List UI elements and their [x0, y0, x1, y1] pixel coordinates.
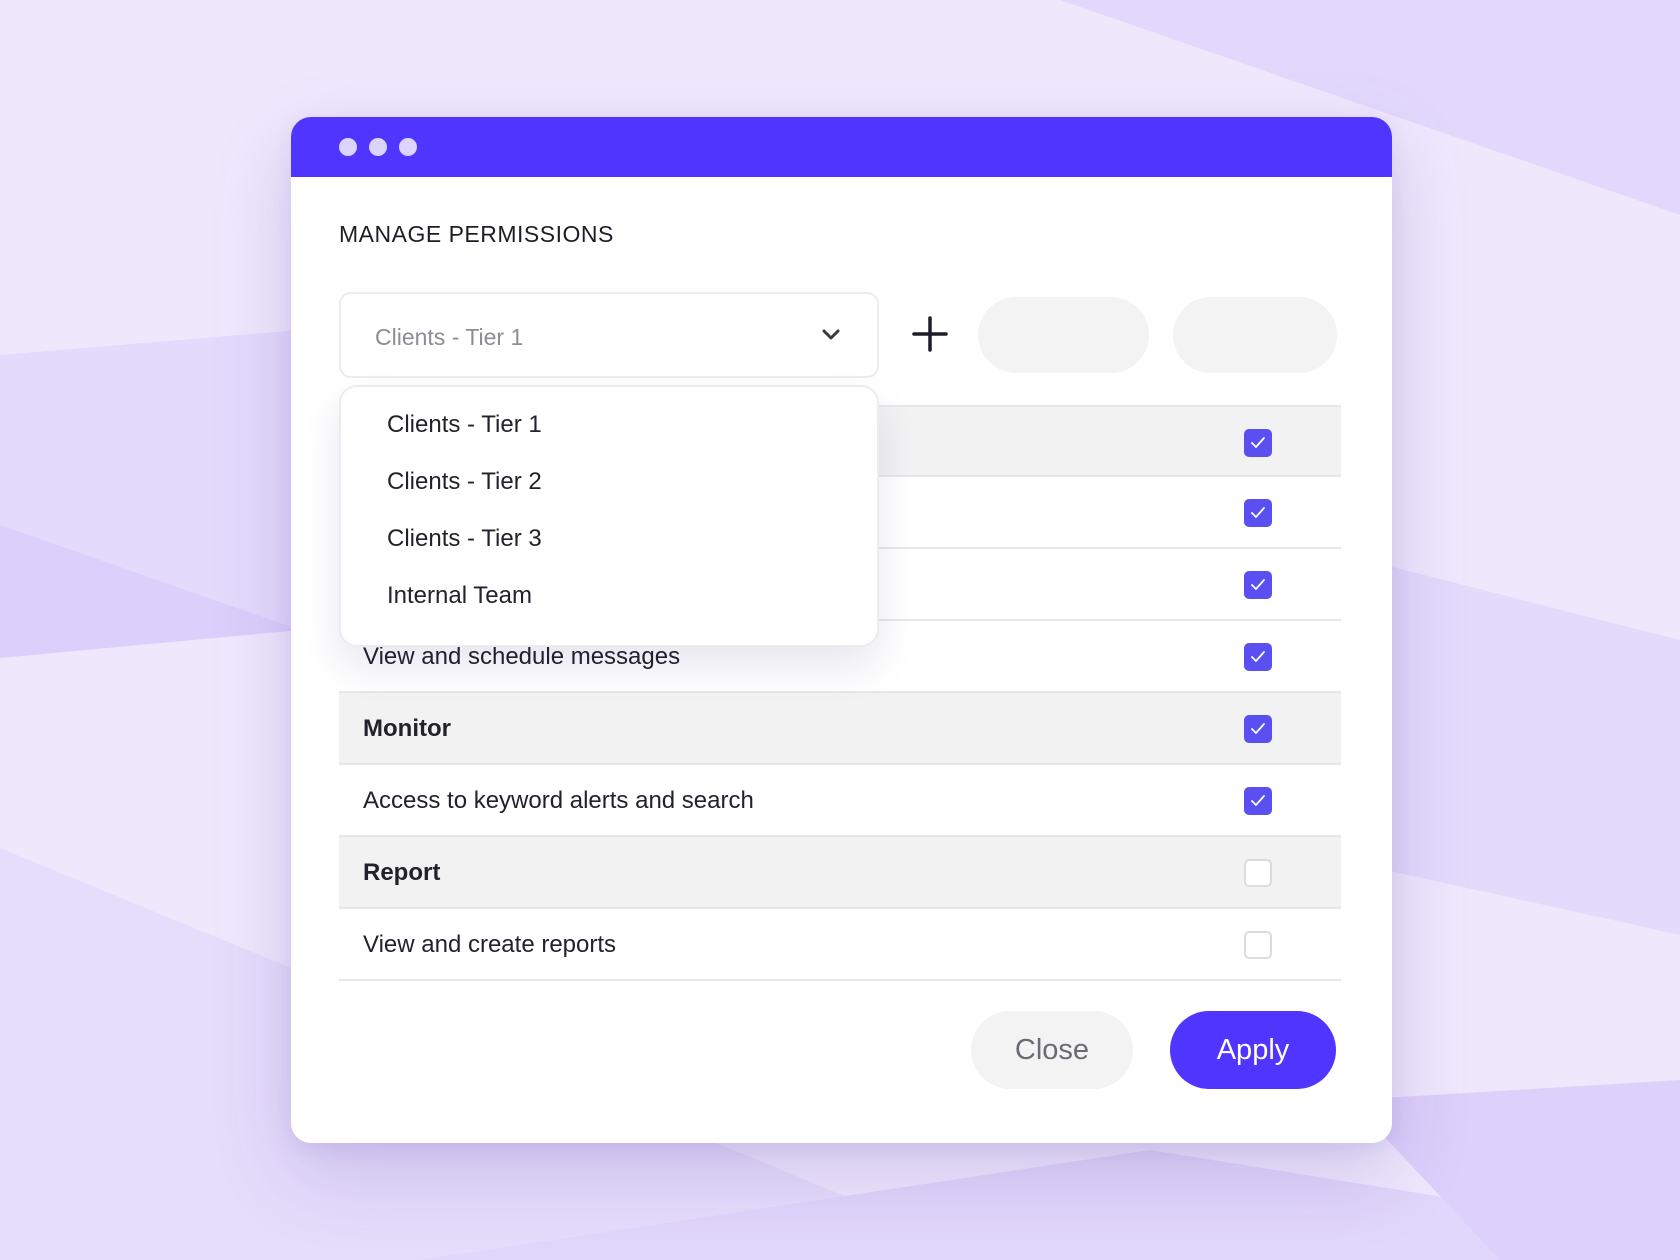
permission-checkbox[interactable]	[1244, 931, 1272, 959]
check-icon	[1251, 795, 1265, 806]
dropdown-option-clients-tier-1[interactable]: Clients - Tier 1	[387, 411, 542, 439]
permission-group-row: Monitor	[339, 693, 1341, 765]
check-icon	[1251, 579, 1265, 590]
chevron-down-icon	[822, 329, 840, 340]
permission-checkbox[interactable]	[1244, 787, 1272, 815]
permission-label: Access to keyword alerts and search	[363, 787, 754, 814]
dropdown-option-internal-team[interactable]: Internal Team	[387, 582, 532, 610]
window-dot-icon[interactable]	[369, 138, 387, 156]
permission-label: Monitor	[363, 715, 451, 742]
permission-checkbox[interactable]	[1244, 499, 1272, 527]
window-dot-icon[interactable]	[339, 138, 357, 156]
permission-checkbox[interactable]	[1244, 429, 1272, 457]
group-dropdown-menu: Clients - Tier 1 Clients - Tier 2 Client…	[339, 385, 879, 647]
check-icon	[1251, 651, 1265, 662]
plus-icon[interactable]	[911, 315, 949, 353]
permission-label: Report	[363, 859, 441, 886]
page-title: MANAGE PERMISSIONS	[339, 221, 614, 247]
permission-checkbox[interactable]	[1244, 859, 1272, 887]
window-dot-icon[interactable]	[399, 138, 417, 156]
check-icon	[1251, 507, 1265, 518]
permission-row: Access to keyword alerts and search	[339, 765, 1341, 837]
dropdown-option-clients-tier-2[interactable]: Clients - Tier 2	[387, 468, 542, 496]
window-titlebar	[291, 117, 1392, 177]
placeholder-pill-button[interactable]	[1173, 297, 1337, 373]
permission-group-row: Report	[339, 837, 1341, 909]
permission-row: View and create reports	[339, 909, 1341, 981]
permission-label: View and create reports	[363, 931, 617, 958]
permission-checkbox[interactable]	[1244, 643, 1272, 671]
placeholder-pill-button[interactable]	[978, 297, 1149, 373]
permissions-window: MANAGE PERMISSIONS Clients - Tier 1 View…	[291, 117, 1392, 1143]
permission-checkbox[interactable]	[1244, 571, 1272, 599]
apply-button[interactable]: Apply	[1170, 1011, 1336, 1089]
group-select-value: Clients - Tier 1	[375, 324, 524, 350]
dropdown-option-clients-tier-3[interactable]: Clients - Tier 3	[387, 525, 542, 553]
permission-checkbox[interactable]	[1244, 715, 1272, 743]
check-icon	[1251, 723, 1265, 734]
close-button[interactable]: Close	[971, 1011, 1133, 1089]
check-icon	[1251, 437, 1265, 448]
permission-label: View and schedule messages	[363, 643, 681, 670]
group-select[interactable]: Clients - Tier 1	[339, 292, 879, 378]
